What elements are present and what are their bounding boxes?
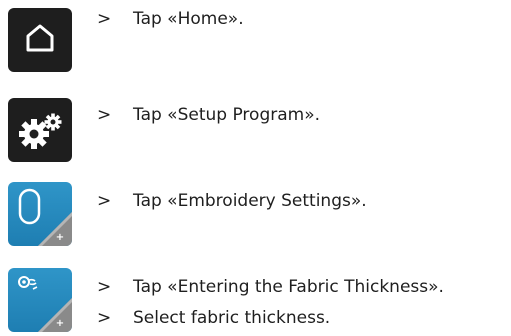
embroidery-settings-button[interactable]: +	[8, 182, 72, 246]
step-5-text: Select fabric thickness.	[133, 308, 331, 328]
step-5-bullet: >	[97, 308, 112, 328]
step-4-bullet: >	[97, 277, 112, 297]
step-1-bullet: >	[97, 9, 112, 29]
step-2-text: Tap «Setup Program».	[133, 105, 320, 125]
fabric-thickness-button[interactable]: +	[8, 268, 72, 332]
step-3: > Tap «Embroidery Settings».	[97, 191, 367, 211]
step-1-text: Tap «Home».	[133, 9, 244, 29]
setup-gears-icon	[19, 113, 62, 149]
embroidery-hoop-icon: +	[18, 188, 72, 246]
step-1: > Tap «Home».	[97, 9, 244, 29]
step-4-text: Tap «Entering the Fabric Thickness».	[133, 277, 444, 297]
home-button[interactable]	[8, 8, 72, 72]
step-3-text: Tap «Embroidery Settings».	[133, 191, 367, 211]
step-2-bullet: >	[97, 105, 112, 125]
step-3-bullet: >	[97, 191, 112, 211]
svg-text:+: +	[56, 232, 64, 243]
fabric-thickness-icon: +	[18, 276, 72, 332]
setup-program-button[interactable]	[8, 98, 72, 162]
step-2: > Tap «Setup Program».	[97, 105, 320, 125]
step-4: > Tap «Entering the Fabric Thickness».	[97, 277, 444, 297]
svg-text:+: +	[56, 318, 64, 329]
home-icon	[26, 24, 54, 52]
step-5: > Select fabric thickness.	[97, 308, 330, 328]
